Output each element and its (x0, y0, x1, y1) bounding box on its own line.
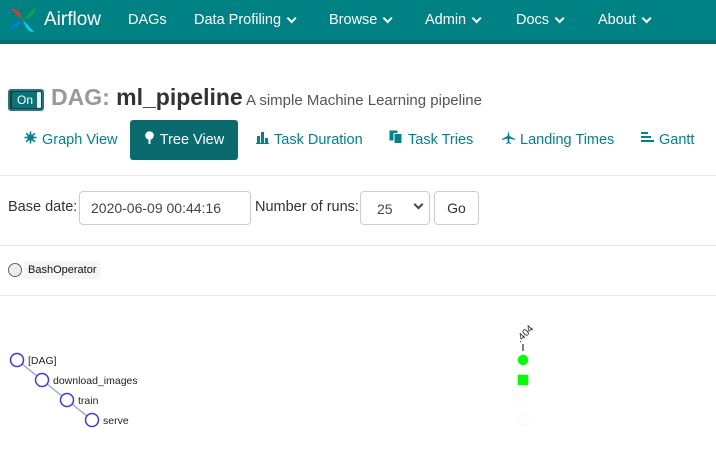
tab-task-tries[interactable]: Task Tries (389, 120, 473, 160)
nav-admin[interactable]: Admin (425, 0, 482, 40)
task-node[interactable] (9, 352, 25, 368)
dag-description: A simple Machine Learning pipeline (246, 92, 482, 109)
dag-title-prefix: DAG: (51, 84, 110, 110)
nav-about-label: About (598, 11, 636, 28)
num-runs-label: Number of runs: (255, 199, 359, 215)
dag-run-status[interactable] (517, 354, 529, 366)
divider (0, 175, 716, 176)
navbar: Airflow DAGs Data Profiling Browse Admin… (0, 0, 716, 40)
tab-tree-view-label: Tree View (159, 132, 225, 148)
tab-gantt[interactable]: Gantt (641, 120, 694, 160)
toggle-knob (37, 92, 41, 108)
task-node[interactable] (84, 412, 100, 428)
task-label: train (78, 395, 99, 407)
brand-name: Airflow (44, 9, 102, 30)
chevron-down-icon (413, 199, 424, 210)
nav-browse-label: Browse (329, 11, 378, 28)
toggle-label: On (12, 92, 38, 108)
task-instance-status[interactable] (517, 394, 529, 406)
task-label: download_images (53, 375, 138, 387)
nav-admin-label: Admin (425, 11, 467, 28)
divider (0, 245, 716, 246)
num-runs-select[interactable]: 25 (360, 191, 430, 225)
duplicate-icon (389, 120, 403, 160)
nav-docs-label: Docs (516, 11, 550, 28)
tab-task-duration-label: Task Duration (274, 132, 363, 148)
tab-landing-times[interactable]: Landing Times (502, 120, 614, 160)
nav-browse[interactable]: Browse (329, 0, 393, 40)
task-label: [DAG] (28, 355, 57, 367)
task-label: serve (103, 415, 129, 427)
airflow-logo-icon (10, 8, 36, 33)
nav-data-profiling-label: Data Profiling (194, 11, 282, 28)
run-label: .404 (515, 323, 537, 345)
chevron-down-icon (471, 12, 482, 23)
nav-data-profiling[interactable]: Data Profiling (194, 0, 297, 40)
dag-pause-toggle[interactable]: On (8, 89, 44, 111)
tab-task-duration[interactable]: Task Duration (256, 120, 363, 160)
nav-dags-label: DAGs (128, 11, 167, 28)
divider (0, 295, 716, 296)
nav-about[interactable]: About (598, 0, 652, 40)
num-runs-value: 25 (377, 201, 393, 217)
chevron-down-icon (383, 12, 393, 23)
chevron-down-icon (641, 12, 652, 23)
tree-view-chart: [DAG] download_imagestrain serve .404 (9, 323, 537, 428)
chevron-down-icon (554, 12, 565, 23)
nav-dags[interactable]: DAGs (128, 0, 167, 40)
tab-graph-view-label: Graph View (42, 132, 118, 148)
navbar-border (0, 40, 716, 44)
tab-graph-view[interactable]: Graph View (24, 120, 118, 160)
chevron-down-icon (286, 12, 297, 23)
operator-color-swatch (8, 263, 22, 277)
tab-gantt-label: Gantt (659, 132, 695, 148)
base-date-label: Base date: (8, 199, 78, 215)
tree-icon (144, 120, 155, 160)
tab-task-tries-label: Task Tries (408, 132, 474, 148)
task-node[interactable] (59, 392, 75, 408)
task-node[interactable] (34, 372, 50, 388)
gantt-icon (641, 120, 654, 160)
task-instance-status[interactable] (517, 414, 529, 426)
base-date-input[interactable] (79, 191, 251, 225)
graph-icon (24, 120, 37, 160)
go-button[interactable]: Go (434, 191, 479, 225)
bar-chart-icon (256, 120, 269, 160)
tab-tree-view[interactable]: Tree View (130, 120, 238, 160)
dag-id: ml_pipeline (116, 84, 243, 110)
tab-landing-times-label: Landing Times (520, 132, 615, 148)
legend-operator-label[interactable]: BashOperator (24, 261, 101, 279)
page-title: DAG: ml_pipeline (51, 84, 243, 111)
nav-docs[interactable]: Docs (516, 0, 565, 40)
plane-icon (502, 120, 515, 160)
brand[interactable]: Airflow (8, 2, 101, 38)
task-instance-status[interactable] (517, 374, 529, 386)
